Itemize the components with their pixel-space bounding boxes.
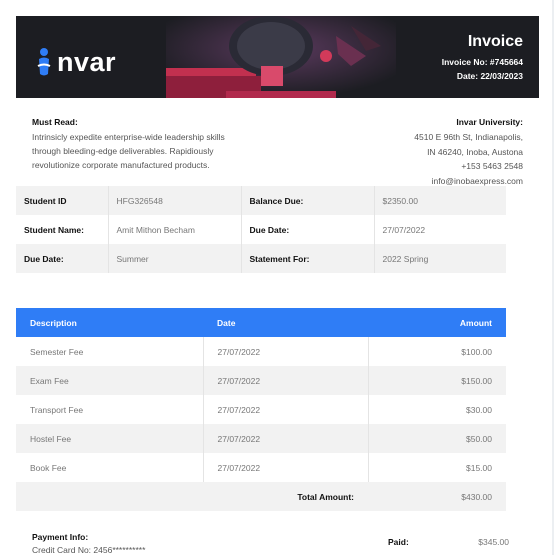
table-row: Semester Fee 27/07/2022 $100.00 <box>16 337 506 366</box>
must-read-line: revolutionize corporate manufactured pro… <box>32 160 210 170</box>
term-label: Due Date: <box>16 244 109 273</box>
banner-illustration <box>166 16 396 98</box>
fees-header-row: Description Date Amount <box>16 308 506 337</box>
total-row: Total Amount: $430.00 <box>16 482 506 511</box>
university-block: Invar University: 4510 E 96th St, Indian… <box>414 117 523 188</box>
table-row: Transport Fee 27/07/2022 $30.00 <box>16 395 506 424</box>
due-date-value: 27/07/2022 <box>374 215 506 244</box>
brand-logo: nvar <box>34 46 116 78</box>
term-value: Summer <box>108 244 242 273</box>
fee-amount: $30.00 <box>368 395 506 424</box>
fee-amount: $100.00 <box>368 337 506 366</box>
invoice-number: Invoice No: #745664 <box>441 57 523 67</box>
header-banner: nvar Invoice Invoice No: #745664 Date: 2… <box>16 16 539 98</box>
table-row: Hostel Fee 27/07/2022 $50.00 <box>16 424 506 453</box>
table-row: Student ID HFG326548 Balance Due: $2350.… <box>16 186 506 215</box>
invoice-title: Invoice <box>467 33 523 50</box>
fee-description: Book Fee <box>16 453 204 482</box>
fee-amount: $15.00 <box>368 453 506 482</box>
paid-label: Paid: <box>388 537 409 547</box>
fee-date: 27/07/2022 <box>203 424 369 453</box>
student-info-table: Student ID HFG326548 Balance Due: $2350.… <box>16 186 506 273</box>
statement-for-value: 2022 Spring <box>374 244 506 273</box>
university-address-line: 4510 E 96th St, Indianapolis, <box>414 132 523 142</box>
fees-table: Description Date Amount Semester Fee 27/… <box>16 308 506 511</box>
university-address-line: IN 46240, Inoba, Austona <box>427 146 523 157</box>
person-i-logo-icon <box>37 48 51 76</box>
must-read-line: through bleeding-edge deliverables. Rapi… <box>32 146 214 156</box>
credit-card-number: Credit Card No: 2456********** <box>32 545 146 555</box>
fee-amount: $50.00 <box>368 424 506 453</box>
must-read-body: Intrinsicly expedite enterprise-wide lea… <box>32 130 272 172</box>
table-row: Student Name: Amit Mithon Becham Due Dat… <box>16 215 506 244</box>
student-name-value: Amit Mithon Becham <box>108 215 242 244</box>
must-read-line: Intrinsicly expedite enterprise-wide lea… <box>32 132 225 142</box>
fee-date: 27/07/2022 <box>203 366 369 395</box>
university-phone: +153 5463 2548 <box>461 161 523 171</box>
fee-description: Hostel Fee <box>16 424 204 453</box>
payment-info-title: Payment Info: <box>32 532 89 542</box>
balance-due-label: Balance Due: <box>241 186 375 215</box>
invoice-page: nvar Invoice Invoice No: #745664 Date: 2… <box>16 16 539 207</box>
total-amount-value: $430.00 <box>368 482 506 511</box>
table-row: Due Date: Summer Statement For: 2022 Spr… <box>16 244 506 273</box>
fee-date: 27/07/2022 <box>203 337 369 366</box>
description-header: Description <box>16 308 203 337</box>
invoice-date: Date: 22/03/2023 <box>456 71 523 81</box>
student-id-label: Student ID <box>16 186 109 215</box>
table-row: Exam Fee 27/07/2022 $150.00 <box>16 366 506 395</box>
paid-value: $345.00 <box>478 537 509 547</box>
fee-date: 27/07/2022 <box>203 453 369 482</box>
payment-info-block: Payment Info: Credit Card No: 2456******… <box>32 532 145 555</box>
fee-description: Transport Fee <box>16 395 204 424</box>
fee-date: 27/07/2022 <box>203 395 369 424</box>
fee-amount: $150.00 <box>368 366 506 395</box>
statement-for-label: Statement For: <box>241 244 375 273</box>
page-scrollbar[interactable] <box>552 0 554 555</box>
date-header: Date <box>203 308 368 337</box>
brand-name: nvar <box>57 46 117 77</box>
student-name-label: Student Name: <box>16 215 109 244</box>
must-read-title: Must Read: <box>32 117 78 127</box>
balance-due-value: $2350.00 <box>374 186 506 215</box>
due-date-label: Due Date: <box>241 215 375 244</box>
fee-description: Exam Fee <box>16 366 204 395</box>
student-id-value: HFG326548 <box>108 186 242 215</box>
total-amount-label: Total Amount: <box>203 482 368 511</box>
amount-header: Amount <box>368 308 506 337</box>
table-row: Book Fee 27/07/2022 $15.00 <box>16 453 506 482</box>
must-read-block: Must Read: Intrinsicly expedite enterpri… <box>32 117 272 172</box>
university-title: Invar University: <box>456 117 523 127</box>
fee-description: Semester Fee <box>16 337 204 366</box>
total-spacer <box>16 482 203 511</box>
